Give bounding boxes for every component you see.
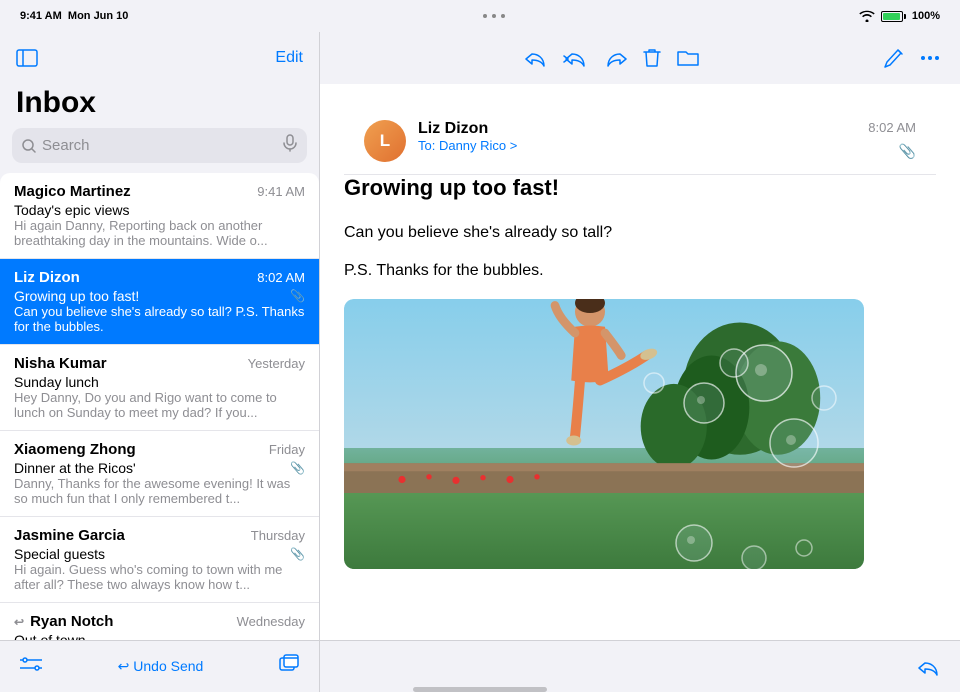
status-dots xyxy=(483,14,505,18)
mail-sender: Jasmine Garcia xyxy=(14,527,125,544)
email-attachment-indicator: 📎 xyxy=(899,143,916,160)
email-header: L Liz Dizon To: Danny Rico > 8:02 AM 📎 xyxy=(344,104,936,175)
email-body-text-1: Can you believe she's already so tall? xyxy=(344,221,936,245)
forward-button[interactable] xyxy=(605,49,627,67)
inbox-title-row: Inbox xyxy=(0,84,319,128)
mail-item-xiaomeng[interactable]: Xiaomeng Zhong Friday Dinner at the Rico… xyxy=(0,431,319,517)
email-bottom-bar xyxy=(320,640,960,692)
status-right: 100% xyxy=(859,10,940,22)
email-subject: Growing up too fast! xyxy=(344,175,936,201)
mail-subject: Special guests 📎 xyxy=(14,546,305,562)
email-meta: Liz Dizon To: Danny Rico > xyxy=(418,120,856,153)
email-body-container: L Liz Dizon To: Danny Rico > 8:02 AM 📎 G… xyxy=(320,84,960,640)
battery-percent: 100% xyxy=(912,10,940,22)
mail-subject: Today's epic views xyxy=(14,202,305,218)
email-body-text-2: P.S. Thanks for the bubbles. xyxy=(344,259,936,283)
mail-time: Friday xyxy=(269,442,305,457)
mail-bottom-toolbar: ↩ Undo Send xyxy=(0,640,319,692)
mail-item-magico[interactable]: Magico Martinez 9:41 AM Today's epic vie… xyxy=(0,173,319,259)
reply-all-icon xyxy=(563,49,589,67)
mail-subject: Dinner at the Ricos' 📎 xyxy=(14,460,305,476)
email-image-container xyxy=(344,299,864,569)
mail-preview: Danny, Thanks for the awesome evening! I… xyxy=(14,476,305,506)
email-to[interactable]: To: Danny Rico > xyxy=(418,138,856,153)
bubbles-svg xyxy=(344,313,864,570)
mail-subject: Out of town xyxy=(14,632,305,640)
mail-time: Thursday xyxy=(251,528,305,543)
mail-item-liz[interactable]: Liz Dizon 8:02 AM Growing up too fast! 📎… xyxy=(0,259,319,345)
mail-list-panel: Edit Inbox Search xyxy=(0,32,320,692)
search-icon xyxy=(22,139,36,153)
undo-send-label: ↩ Undo Send xyxy=(118,658,204,675)
more-button[interactable] xyxy=(920,55,940,61)
trash-icon xyxy=(643,48,661,68)
mail-list-toolbar: Edit xyxy=(0,32,319,84)
battery-icon xyxy=(881,11,906,22)
mail-sender: Nisha Kumar xyxy=(14,355,107,372)
search-bar[interactable]: Search xyxy=(12,128,307,163)
mail-sender: Magico Martinez xyxy=(14,183,131,200)
reply-icon xyxy=(525,49,547,67)
mail-item-jasmine[interactable]: Jasmine Garcia Thursday Special guests 📎… xyxy=(0,517,319,603)
mic-icon xyxy=(283,134,297,157)
new-window-icon xyxy=(279,654,299,674)
mail-time: Wednesday xyxy=(237,614,305,629)
email-image xyxy=(344,299,864,569)
app-container: Edit Inbox Search xyxy=(0,32,960,692)
mail-subject: Sunday lunch xyxy=(14,374,305,390)
reply-bottom-button[interactable] xyxy=(918,658,940,676)
folder-icon xyxy=(677,49,699,67)
mail-preview: Hi again. Guess who's coming to town wit… xyxy=(14,562,305,592)
reply-all-button[interactable] xyxy=(563,49,589,67)
inbox-title: Inbox xyxy=(16,86,303,120)
sidebar-icon xyxy=(16,49,38,67)
mail-time: 9:41 AM xyxy=(257,184,305,199)
trash-button[interactable] xyxy=(643,48,661,68)
mail-preview: Can you believe she's already so tall? P… xyxy=(14,304,305,334)
edit-button[interactable]: Edit xyxy=(275,49,303,67)
email-detail-panel: L Liz Dizon To: Danny Rico > 8:02 AM 📎 G… xyxy=(320,32,960,692)
more-icon xyxy=(920,55,940,61)
email-toolbar xyxy=(320,32,960,84)
reply-bottom-icon xyxy=(918,658,940,676)
status-bar: 9:41 AM Mon Jun 10 100% xyxy=(0,0,960,32)
mail-list: Magico Martinez 9:41 AM Today's epic vie… xyxy=(0,173,319,640)
email-from: Liz Dizon xyxy=(418,120,856,138)
home-indicator xyxy=(413,687,547,692)
search-placeholder: Search xyxy=(42,137,90,154)
compose-button[interactable] xyxy=(884,48,904,68)
mail-time: Yesterday xyxy=(248,356,305,371)
email-toolbar-left xyxy=(340,48,884,68)
compose-icon xyxy=(884,48,904,68)
mail-sender: ↩ Ryan Notch xyxy=(14,613,113,630)
email-toolbar-right xyxy=(884,48,940,68)
undo-send-button[interactable]: ↩ Undo Send xyxy=(118,658,204,675)
mail-preview: Hey Danny, Do you and Rigo want to come … xyxy=(14,390,305,420)
new-window-button[interactable] xyxy=(279,654,299,680)
mail-subject: Growing up too fast! 📎 xyxy=(14,288,305,304)
mail-sender: Xiaomeng Zhong xyxy=(14,441,136,458)
attachment-icon: 📎 xyxy=(290,289,305,303)
forward-indicator: ↩ xyxy=(14,615,24,629)
filter-button[interactable] xyxy=(20,655,42,679)
wifi-icon xyxy=(859,10,875,22)
folder-button[interactable] xyxy=(677,49,699,67)
forward-icon xyxy=(605,49,627,67)
status-time: 9:41 AM Mon Jun 10 xyxy=(20,10,128,22)
mail-item-nisha[interactable]: Nisha Kumar Yesterday Sunday lunch Hey D… xyxy=(0,345,319,431)
attachment-icon: 📎 xyxy=(290,547,305,561)
sidebar-toggle-button[interactable] xyxy=(16,49,38,67)
filter-icon xyxy=(20,655,42,673)
attachment-icon: 📎 xyxy=(290,461,305,475)
mail-time: 8:02 AM xyxy=(257,270,305,285)
mail-preview: Hi again Danny, Reporting back on anothe… xyxy=(14,218,305,248)
reply-button[interactable] xyxy=(525,49,547,67)
mail-sender: Liz Dizon xyxy=(14,269,80,286)
mail-item-ryan[interactable]: ↩ Ryan Notch Wednesday Out of town Howdy… xyxy=(0,603,319,640)
email-timestamp: 8:02 AM xyxy=(868,120,916,135)
sender-avatar: L xyxy=(364,120,406,162)
